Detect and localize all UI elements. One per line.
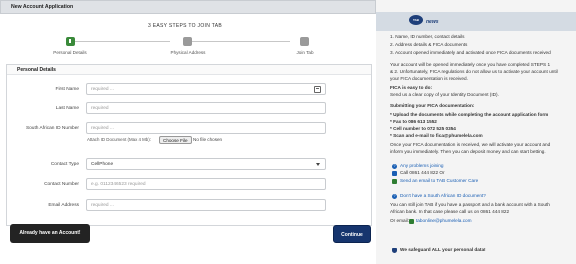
step-2-indicator xyxy=(183,37,192,46)
contact-number-label: Contact Number xyxy=(44,182,79,187)
first-name-input[interactable]: required ... xyxy=(86,83,326,95)
send-email-link[interactable]: Send an email to TAB Customer Care xyxy=(400,178,478,184)
progress-line xyxy=(70,41,170,42)
continue-button[interactable]: Continue xyxy=(333,225,371,243)
step-3-indicator xyxy=(300,37,309,46)
or-email-label: Or email: xyxy=(390,218,410,223)
info-line: * Fax to 086 613 1552 xyxy=(390,119,437,124)
no-id-line: African bank. In that case please call u… xyxy=(390,209,510,214)
question-icon: ? xyxy=(392,194,397,199)
contact-number-input[interactable]: e.g. 0112346523 required xyxy=(86,178,326,190)
calendar-icon[interactable] xyxy=(314,86,321,93)
panel-title: New Account Application xyxy=(11,4,74,10)
phone-icon xyxy=(392,171,397,176)
info-line: * Upload the documents while completing … xyxy=(390,112,549,117)
step-3-label: Join Tab xyxy=(296,50,314,55)
email-label: Email Address xyxy=(48,203,79,208)
id-number-input[interactable]: required ... xyxy=(86,122,326,134)
info-line: * Cell number to 072 525 0354 xyxy=(390,126,456,131)
contact-number-placeholder: e.g. 0112346523 required xyxy=(91,182,146,187)
info-line: & 2. Unfortunately, FICA regulations do … xyxy=(390,69,558,74)
step-1-indicator xyxy=(66,37,75,46)
id-number-label: South African ID Number xyxy=(25,126,79,131)
no-id-link[interactable]: Don't have a South African ID document? xyxy=(400,193,486,199)
email-icon xyxy=(392,179,397,184)
question-icon: ? xyxy=(392,164,397,169)
form-title: Personal Details xyxy=(17,67,56,73)
attach-id-hint: Attach ID Document (Max 4 Mb): xyxy=(87,137,151,142)
news-sidebar: TAB news 1. Name, ID number, contact det… xyxy=(376,0,576,264)
chevron-down-icon xyxy=(316,163,320,166)
tab-logo: TAB xyxy=(409,15,423,25)
choose-file-button[interactable]: Choose File xyxy=(159,136,192,144)
info-line: * Scan and e-mail to fica@phumelela.com xyxy=(390,133,483,138)
email-input[interactable]: required ... xyxy=(86,199,326,211)
news-header xyxy=(376,12,576,31)
steps-title: 3 EASY STEPS TO JOIN TAB xyxy=(148,23,222,29)
first-name-placeholder: required ... xyxy=(91,87,114,92)
contact-type-select[interactable]: CellPhone xyxy=(86,158,326,170)
application-panel: New Account Application 3 EASY STEPS TO … xyxy=(0,0,376,264)
info-heading: Submitting your FICA documentation: xyxy=(390,103,475,108)
info-line: inform you immediately. Then you can dep… xyxy=(390,149,546,154)
info-line: 3. Account opened immediately and activa… xyxy=(390,50,551,55)
last-name-label: Last Name xyxy=(55,106,79,111)
no-id-line: You can still join TAB if you have a pas… xyxy=(390,202,550,207)
contact-type-label: Contact Type xyxy=(50,162,79,167)
safeguard-text: We safeguard ALL your personal data! xyxy=(400,247,486,252)
step-2-label: Physical Address xyxy=(170,50,206,55)
info-heading: FICA is easy to do: xyxy=(390,85,433,90)
shield-icon xyxy=(392,248,397,253)
info-line: Once your FICA documentation is received… xyxy=(390,142,551,147)
info-line: your FICA documentation is received. xyxy=(390,76,468,81)
last-name-placeholder: required xyxy=(91,106,109,111)
info-line: 1. Name, ID number, contact details xyxy=(390,34,465,39)
problems-joining-link[interactable]: Any problems joining xyxy=(400,163,444,169)
panel-header: New Account Application xyxy=(0,0,376,14)
form-header: Personal Details xyxy=(7,65,371,75)
first-name-label: First Name xyxy=(55,87,79,92)
contact-type-value: CellPhone xyxy=(91,162,114,167)
progress-line xyxy=(190,41,290,42)
email-placeholder: required ... xyxy=(91,203,114,208)
file-status: No file chosen xyxy=(193,137,223,142)
tab-online-email-link[interactable]: tabonline@phumelela.com xyxy=(416,218,472,224)
info-line: Send us a clear copy of your Identity Do… xyxy=(390,92,499,97)
step-1-label: Personal Details xyxy=(53,50,87,55)
email-icon xyxy=(409,219,414,224)
info-line: Your account will be opened immediately … xyxy=(390,62,551,67)
already-have-account-button[interactable]: Already have an Account! xyxy=(10,224,90,243)
id-number-placeholder: required ... xyxy=(91,126,114,131)
news-label: news xyxy=(426,19,439,25)
info-line: 2. Address details & FICA documents xyxy=(390,42,468,47)
personal-details-form: Personal Details First Name required ...… xyxy=(6,64,372,226)
call-text: Call 0861 444 822 Or xyxy=(400,170,445,175)
last-name-input[interactable]: required xyxy=(86,102,326,114)
